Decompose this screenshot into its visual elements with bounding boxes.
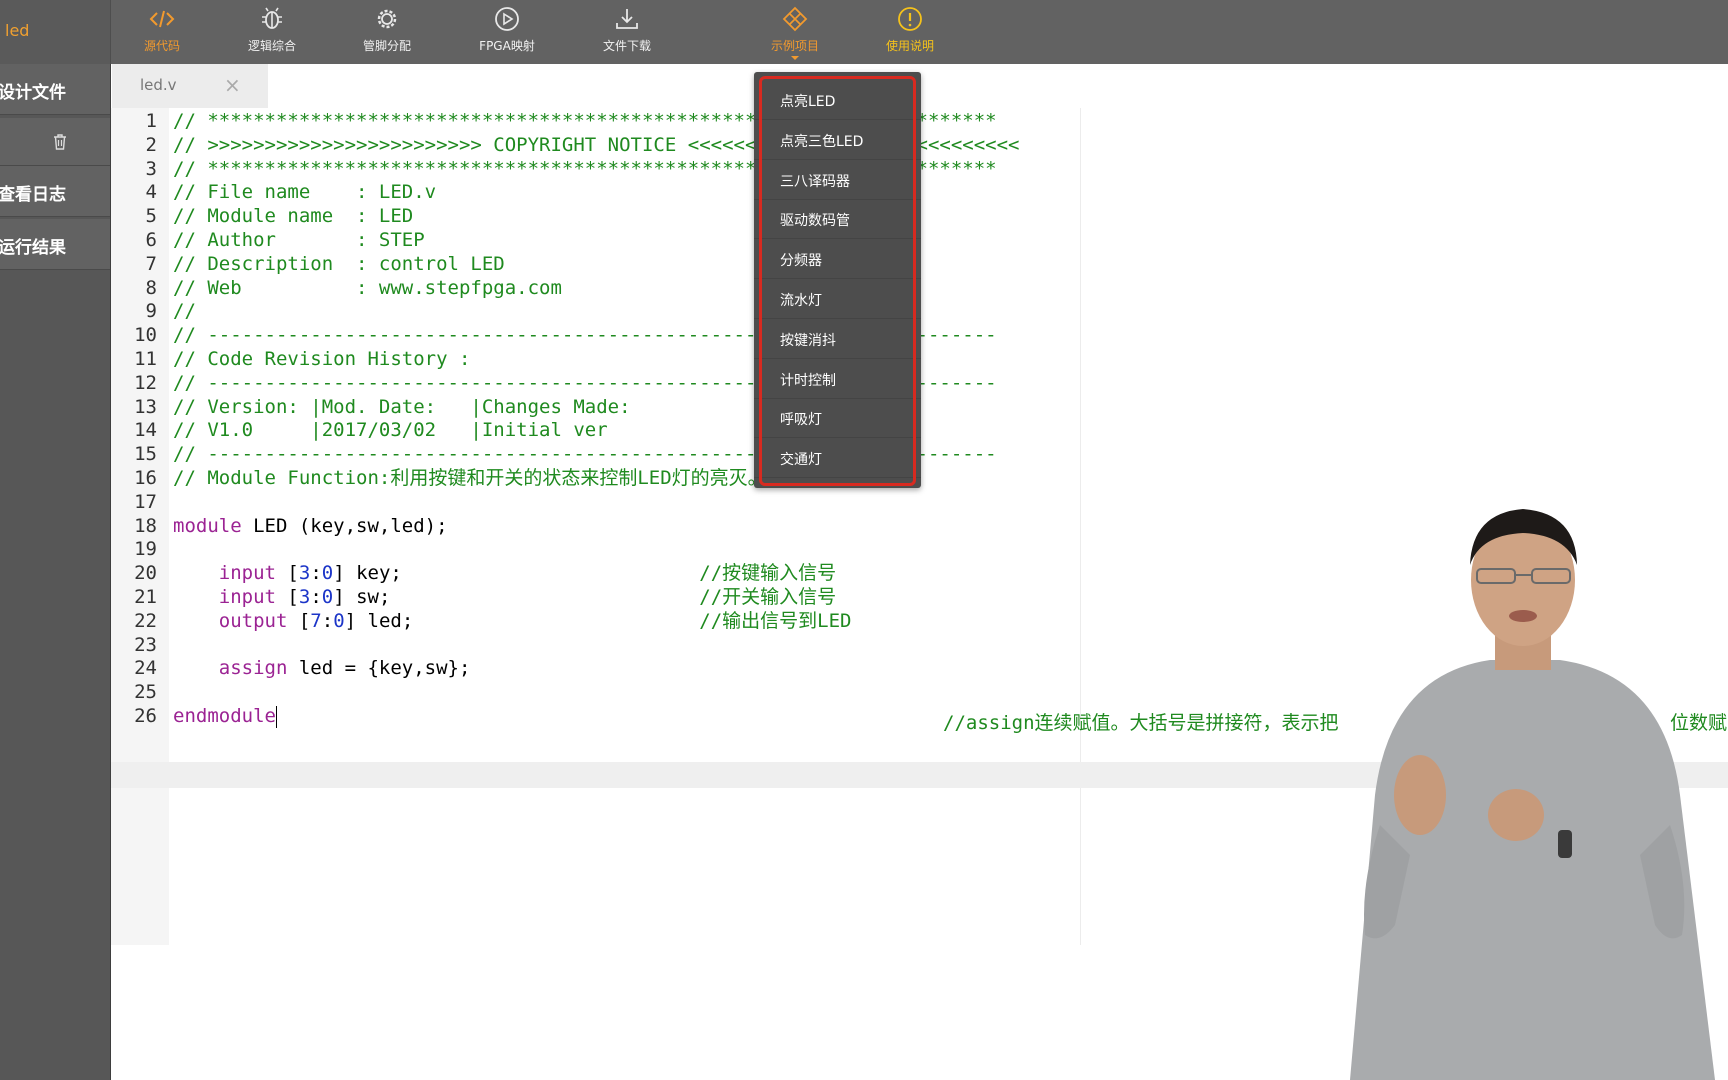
line-text: // Web : www.stepfpga.com [173, 276, 562, 299]
line-number: 25 [134, 681, 157, 704]
line-number: 1 [145, 110, 157, 132]
line-text: input [3:0] key; //按键输入信号 [218, 562, 837, 585]
sidebar-item-view-log[interactable]: 查看日志 [0, 166, 110, 217]
toolbar-file-download-label: 文件下载 [602, 39, 651, 53]
line-number: 23 [134, 633, 157, 656]
line-text: endmodule [173, 705, 277, 728]
toolbar-example-projects[interactable]: 示例项目 [740, 6, 850, 60]
line-text: // V1.0 |2017/03/02 |Initial ver [173, 419, 608, 442]
line-number: 12 [134, 371, 157, 394]
gear-icon [377, 9, 397, 29]
toolbar-pin-assignment[interactable]: 管脚分配 [332, 6, 442, 60]
tab-led-v-label: led.v [140, 76, 177, 94]
line-number: 10 [134, 324, 157, 347]
line-number: 26 [134, 705, 157, 727]
sidebar-item-run-results[interactable]: 运行结果 [0, 219, 110, 270]
line-number: 18 [134, 514, 157, 537]
line-number: 24 [134, 657, 157, 680]
diamond-icon [782, 6, 808, 32]
line-number: 22 [134, 609, 157, 632]
project-name[interactable]: led [0, 0, 111, 64]
toolbar-file-download[interactable]: 文件下载 [572, 6, 682, 60]
toolbar-logic-synthesis-label: 逻辑综合 [247, 39, 296, 53]
tab-led-v[interactable]: led.v × [112, 64, 268, 108]
alert-icon [898, 7, 922, 31]
line-text: // [173, 300, 196, 323]
download-icon [616, 9, 638, 29]
line-number: 16 [134, 467, 157, 489]
line-number: 13 [134, 395, 157, 418]
play-icon [495, 7, 519, 31]
toolbar-source-code-label: 源代码 [143, 39, 180, 53]
chevron-down-icon [791, 56, 799, 60]
toolbar-instructions[interactable]: 使用说明 [855, 6, 965, 60]
line-number: 11 [134, 348, 157, 370]
example-projects-dropdown: 点亮LED 点亮三色LED 三八译码器 驱动数码管 分频器 流水灯 按键消抖 计时控制 呼吸灯交… [754, 72, 921, 488]
presenter-figure [1350, 509, 1715, 1080]
line-number: 8 [145, 276, 157, 299]
line-text: // Author : STEP [173, 229, 425, 251]
text-cursor [275, 705, 277, 728]
line-number: 4 [145, 181, 157, 204]
sidebar-item-design-files[interactable]: 设计文件 [0, 64, 110, 115]
highlight-box [759, 76, 916, 486]
toolbar-instructions-label: 使用说明 [885, 39, 934, 53]
close-icon[interactable]: × [224, 73, 241, 97]
toolbar-fpga-mapping[interactable]: FPGA映射 [452, 6, 562, 60]
toolbar-pin-assignment-label: 管脚分配 [362, 39, 411, 53]
code-icon [149, 10, 175, 28]
project-name-label: led [5, 21, 30, 40]
sidebar-item-view-log-label: 查看日志 [0, 185, 66, 205]
sidebar-trash-row [0, 118, 110, 166]
trash-icon[interactable] [52, 133, 68, 151]
line-number: 2 [145, 133, 157, 156]
left-sidebar: 设计文件 查看日志 运行结果 [0, 64, 111, 1080]
line-number: 21 [134, 586, 157, 608]
toolbar-example-projects-label: 示例项目 [770, 39, 819, 53]
line-text: // Version: |Mod. Date: |Changes Made: [173, 395, 631, 418]
line-text: module LED (key,sw,led); [173, 514, 448, 537]
top-toolbar: led 源代码 逻辑综合 管脚分配 FPGA映射 文件下载 示例项目 使用说明 [0, 0, 1728, 64]
line-number: 7 [145, 252, 157, 275]
toolbar-source-code[interactable]: 源代码 [107, 6, 217, 60]
line-text: // Module Function:利用按键和开关的状态来控制LED灯的亮灭。 [173, 467, 767, 489]
line-number: 20 [134, 562, 157, 585]
line-text: input [3:0] sw; //开关输入信号 [218, 586, 837, 608]
line-text: // Module name : LED [173, 205, 414, 228]
line-number: 15 [134, 443, 157, 466]
toolbar-logic-synthesis[interactable]: 逻辑综合 [217, 6, 327, 60]
line-text: // Code Revision History : [173, 348, 471, 370]
line-text: // Description : control LED [173, 252, 505, 275]
line-number: 6 [145, 229, 157, 251]
line-number: 17 [134, 490, 157, 513]
line-number: 5 [145, 205, 157, 228]
line-text: // File name : LED.v [173, 181, 437, 204]
line-number: 9 [145, 300, 157, 323]
line-number: 19 [134, 538, 157, 561]
line-text: assign led = {key,sw}; [218, 657, 471, 680]
sidebar-item-design-files-label: 设计文件 [0, 83, 66, 103]
sidebar-item-run-results-label: 运行结果 [0, 238, 66, 258]
bug-icon [262, 7, 282, 29]
toolbar-fpga-mapping-label: FPGA映射 [479, 39, 535, 53]
line-text: output [7:0] led; //输出信号到LED [218, 609, 852, 632]
line-24-comment: //assign连续赋值。大括号是拼接符，表示把 [943, 712, 1339, 734]
line-number: 14 [134, 419, 157, 442]
line-number: 3 [145, 157, 157, 180]
